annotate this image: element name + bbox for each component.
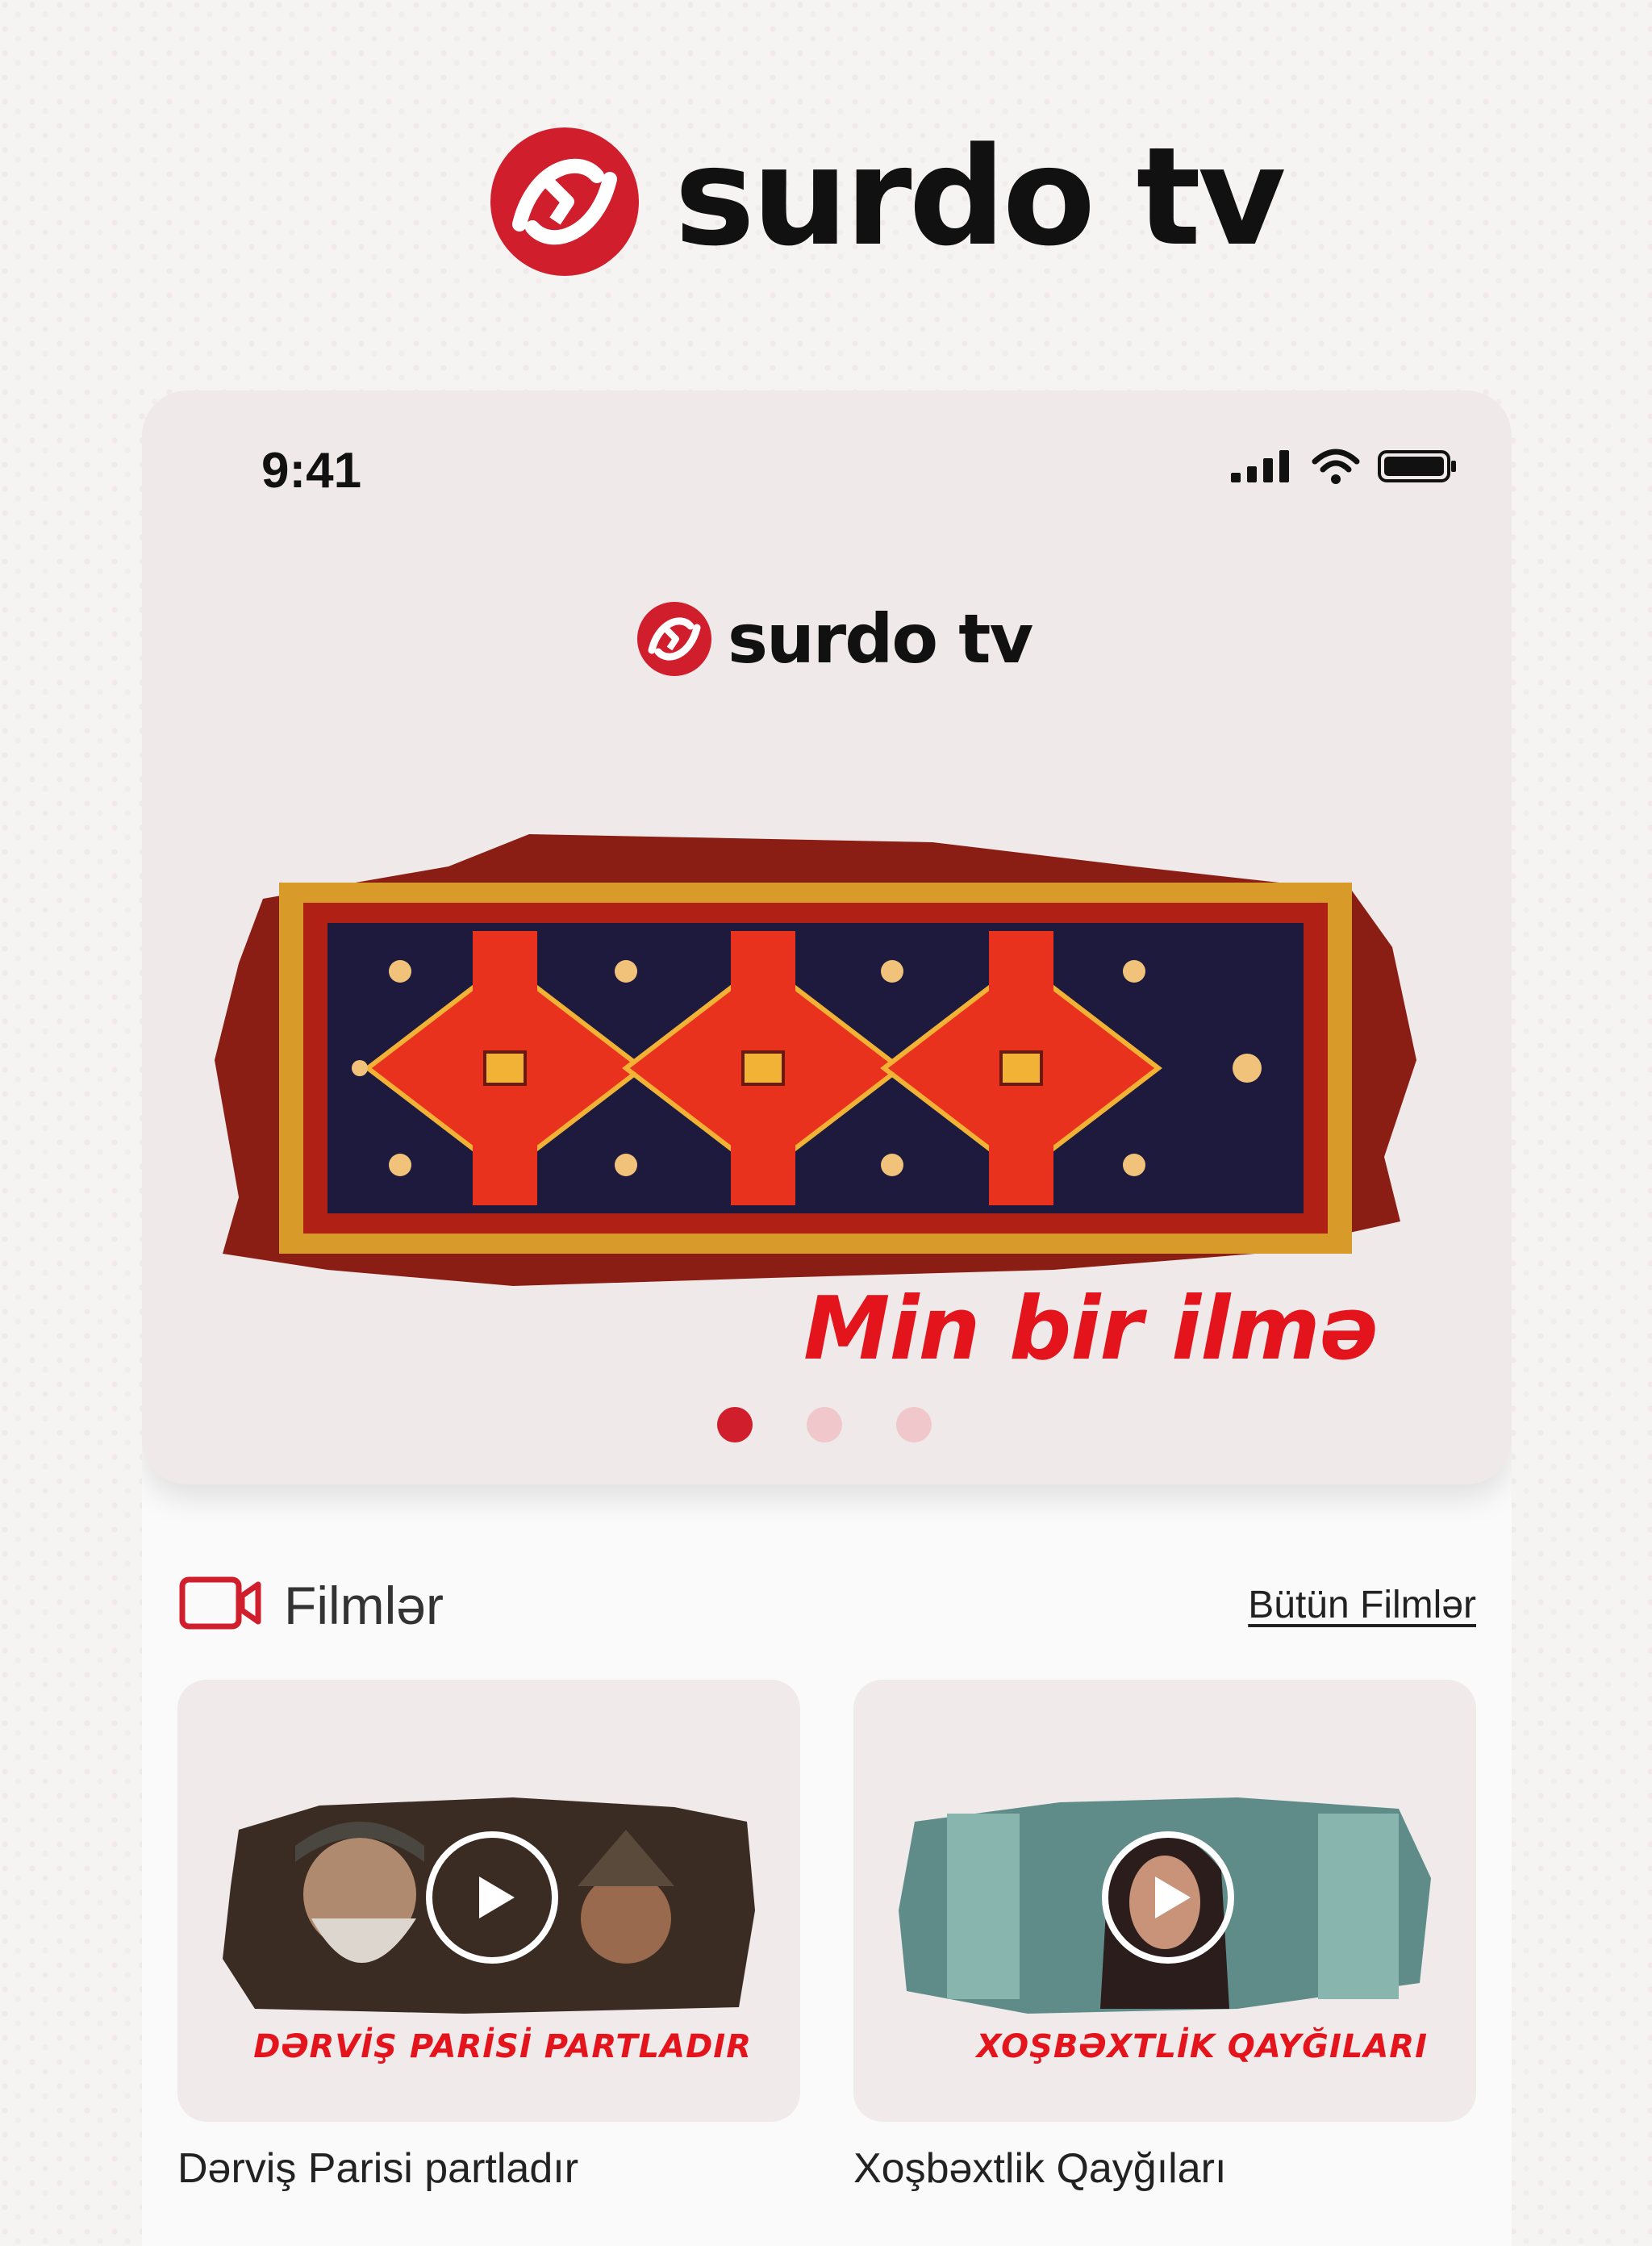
brand-wordmark: surdo tv xyxy=(674,118,1286,276)
play-icon[interactable] xyxy=(1100,1830,1236,1965)
battery-icon xyxy=(1378,449,1458,488)
wifi-icon xyxy=(1312,449,1360,488)
play-icon[interactable] xyxy=(424,1830,560,1965)
section-title: Filmlər xyxy=(284,1576,444,1635)
all-films-link[interactable]: Bütün Filmlər xyxy=(1248,1583,1476,1627)
film-overlay-title: XOŞBƏXTLİK QAYĞILARI xyxy=(976,2028,1428,2065)
films-section-header: Filmlər Bütün Filmlər xyxy=(179,1570,1476,1643)
brand-wordmark: surdo tv xyxy=(728,599,1033,678)
hero-brand-logo: surdo tv xyxy=(634,599,1033,679)
film-overlay-title: DƏRVİŞ PARİSİ PARTLADIR xyxy=(253,2028,752,2065)
cellular-signal-icon xyxy=(1231,450,1294,486)
surdo-tv-logo-icon xyxy=(634,599,715,679)
carousel-dot-1[interactable] xyxy=(717,1407,753,1442)
film-caption[interactable]: Xoşbəxtlik Qayğıları xyxy=(853,2144,1226,2193)
film-card[interactable]: XOŞBƏXTLİK QAYĞILARI xyxy=(853,1680,1476,2122)
status-icons xyxy=(1231,449,1458,488)
carousel-dots xyxy=(717,1407,932,1442)
top-brand-logo: surdo tv xyxy=(484,118,1286,282)
surdo-tv-logo-icon xyxy=(484,121,645,282)
carpet-image xyxy=(206,818,1441,1302)
hero-title: Min bir ilmə xyxy=(803,1279,1379,1380)
film-caption[interactable]: Dərviş Parisi partladır xyxy=(177,2144,578,2193)
carousel-dot-3[interactable] xyxy=(896,1407,932,1442)
status-time: 9:41 xyxy=(261,443,362,499)
hero-banner[interactable]: 9:41 surdo tv Min bir ilmə xyxy=(142,390,1512,1484)
carousel-dot-2[interactable] xyxy=(807,1407,842,1442)
film-card[interactable]: DƏRVİŞ PARİSİ PARTLADIR xyxy=(177,1680,800,2122)
app-screen: 9:41 surdo tv Min bir ilmə Filmlər Bütün… xyxy=(142,390,1512,2246)
video-camera-icon xyxy=(179,1576,263,1634)
